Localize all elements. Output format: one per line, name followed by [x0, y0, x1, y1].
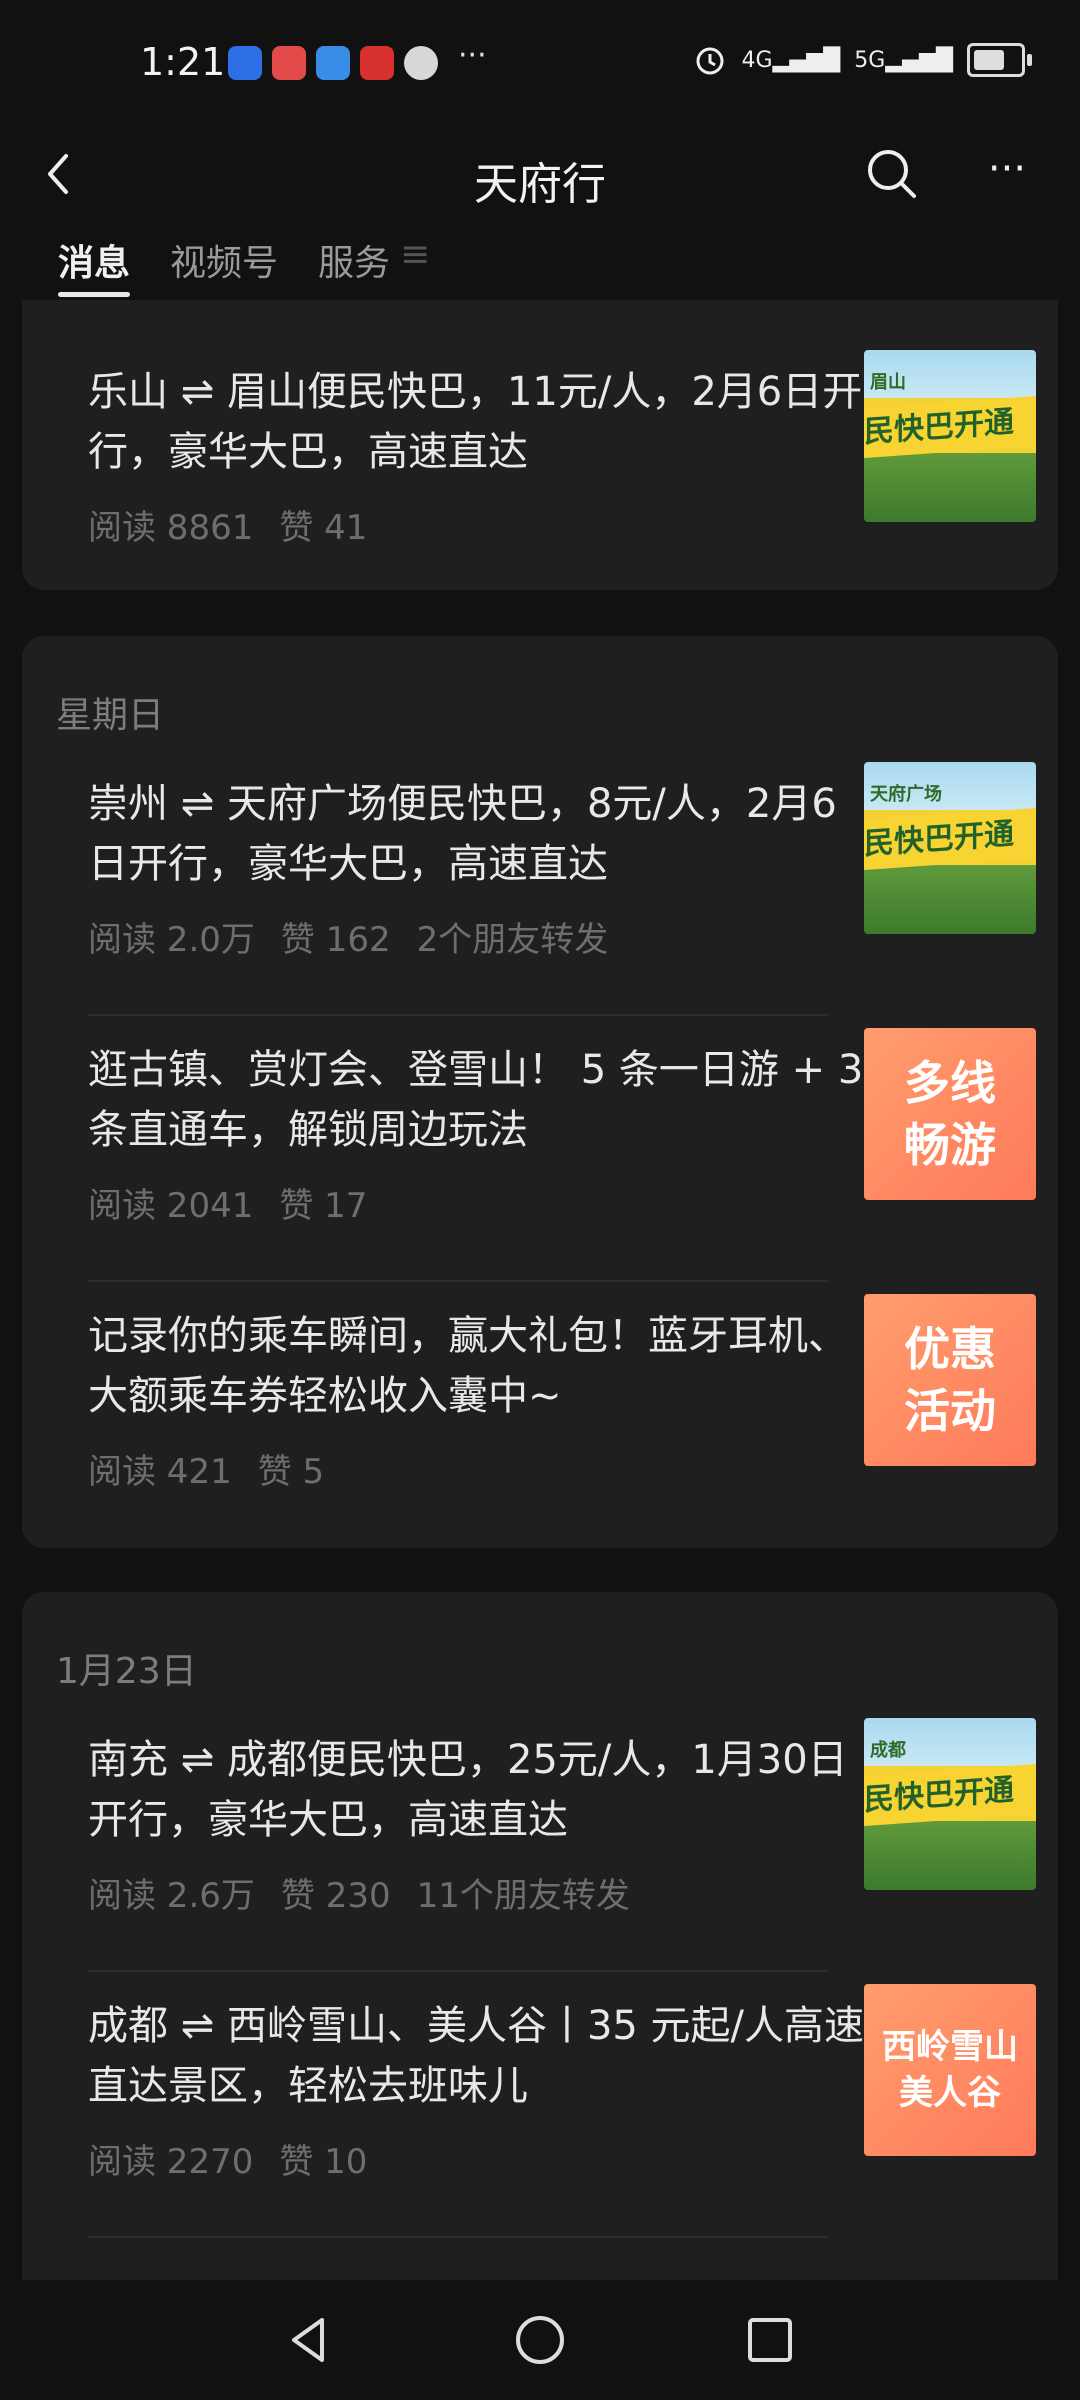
- like-count: 赞 162: [280, 920, 391, 960]
- read-count: 阅读 2270: [88, 2142, 254, 2182]
- thumbnail-line: 畅游: [904, 1118, 996, 1172]
- thumbnail-line: 西岭雪山: [882, 2027, 1018, 2067]
- article-title: 逛古镇、赏灯会、登雪山！ 5 条一日游 + 3 条直通车，解锁周边玩法: [88, 1047, 864, 1153]
- tab-services[interactable]: 服务: [318, 222, 390, 302]
- like-count: 赞 17: [279, 1186, 368, 1226]
- share-count: 11个朋友转发: [416, 1876, 630, 1916]
- system-nav-bar: [0, 2280, 1080, 2400]
- status-time: 1:21: [140, 40, 226, 84]
- article-thumbnail: 天府广场 民快巴开通: [864, 762, 1036, 934]
- article-title: 乐山 ⇌ 眉山便民快巴，11元/人，2月6日开行，豪华大巴，高速直达: [88, 369, 863, 475]
- date-label: 星期日: [56, 695, 165, 736]
- baidu-app-icon: [228, 46, 262, 80]
- stock-app-icon: [360, 46, 394, 80]
- notification-icons: [228, 46, 438, 80]
- tab-messages[interactable]: 消息: [58, 222, 131, 302]
- tab-bar: 消息 视频号 服务 ≡: [0, 222, 1080, 302]
- share-count: 2个朋友转发: [416, 920, 609, 960]
- more-notifications-icon: ···: [458, 38, 487, 73]
- thumbnail-city: 天府广场: [870, 784, 942, 805]
- thumbnail-line: 多线: [904, 1056, 996, 1110]
- wechat-icon: [404, 46, 438, 80]
- thumbnail-text: 优惠 活动: [904, 1318, 996, 1442]
- article-title: 崇州 ⇌ 天府广场便民快巴，8元/人，2月6日开行，豪华大巴，高速直达: [88, 781, 837, 887]
- message-card: 1月23日 南充 ⇌ 成都便民快巴，25元/人，1月30日开行，豪华大巴，高速直…: [22, 1592, 1058, 2280]
- article-meta: 阅读 2041 赞 17: [88, 1178, 393, 1227]
- services-menu-icon[interactable]: ≡: [400, 222, 430, 302]
- article-meta: 阅读 8861 赞 41: [88, 500, 393, 549]
- article-thumbnail: 西岭雪山 美人谷: [864, 1984, 1036, 2156]
- article-thumbnail: 多线 畅游: [864, 1028, 1036, 1200]
- nav-back-icon[interactable]: [278, 2310, 338, 2370]
- like-count: 赞 5: [257, 1452, 325, 1492]
- article-item[interactable]: 乐山 ⇌ 眉山便民快巴，11元/人，2月6日开行，豪华大巴，高速直达 阅读 88…: [66, 350, 1036, 592]
- signal-5g-icon: 5G▂▄▆█: [854, 47, 953, 73]
- read-count: 阅读 2041: [88, 1186, 254, 1226]
- article-meta: 阅读 2.0万赞 162 2个朋友转发: [88, 912, 634, 961]
- nav-home-icon[interactable]: [510, 2310, 570, 2370]
- article-title: 成都 ⇌ 西岭雪山、美人谷丨35 元起/人高速直达景区，轻松去班味儿: [88, 2003, 865, 2109]
- nav-recents-icon[interactable]: [740, 2310, 800, 2370]
- article-meta: 阅读 2.6万赞 230 11个朋友转发: [88, 1868, 656, 1917]
- search-icon[interactable]: [862, 144, 922, 204]
- shield-app-icon: [316, 46, 350, 80]
- thumbnail-line: 活动: [904, 1384, 996, 1438]
- date-label: 1月23日: [56, 1651, 197, 1692]
- huawei-app-icon: [272, 46, 306, 80]
- read-count: 阅读 8861: [88, 508, 254, 548]
- article-item[interactable]: 成都 ⇌ 西岭雪山、美人谷丨35 元起/人高速直达景区，轻松去班味儿 阅读 22…: [66, 1984, 1036, 2226]
- signal-4g-icon: 4G▂▄▆█: [741, 47, 841, 73]
- battery-icon: [967, 43, 1025, 77]
- like-count: 赞 230: [280, 1876, 391, 1916]
- like-count: 赞 10: [279, 2142, 368, 2182]
- divider: [88, 2236, 828, 2238]
- thumbnail-line: 美人谷: [899, 2073, 1001, 2113]
- article-item[interactable]: 南充 ⇌ 成都便民快巴，25元/人，1月30日开行，豪华大巴，高速直达 阅读 2…: [66, 1718, 1036, 1960]
- battery-tip: [1027, 54, 1032, 66]
- network-4g-label: 4G: [741, 47, 773, 73]
- alarm-icon: [696, 47, 724, 75]
- system-status: 4G▂▄▆█ 5G▂▄▆█: [692, 42, 1032, 78]
- divider: [88, 1970, 828, 1972]
- article-meta: 阅读 421 赞 5: [88, 1444, 350, 1493]
- message-card: 乐山 ⇌ 眉山便民快巴，11元/人，2月6日开行，豪华大巴，高速直达 阅读 88…: [22, 300, 1058, 590]
- thumbnail-banner: 民快巴开通: [864, 1763, 1036, 1827]
- article-title: 南充 ⇌ 成都便民快巴，25元/人，1月30日开行，豪华大巴，高速直达: [88, 1737, 848, 1843]
- read-count: 阅读 2.6万: [88, 1876, 255, 1916]
- article-item[interactable]: 记录你的乘车瞬间，赢大礼包！蓝牙耳机、大额乘车券轻松收入囊中~ 阅读 421 赞 …: [66, 1294, 1036, 1536]
- article-title: 记录你的乘车瞬间，赢大礼包！蓝牙耳机、大额乘车券轻松收入囊中~: [88, 1313, 848, 1419]
- article-item[interactable]: 崇州 ⇌ 天府广场便民快巴，8元/人，2月6日开行，豪华大巴，高速直达 阅读 2…: [66, 762, 1036, 1004]
- tab-channels[interactable]: 视频号: [170, 222, 278, 302]
- thumbnail-city: 成都: [870, 1740, 906, 1761]
- thumbnail-banner: 民快巴开通: [864, 807, 1036, 871]
- article-meta: 阅读 2270 赞 10: [88, 2134, 393, 2183]
- message-card: 星期日 崇州 ⇌ 天府广场便民快巴，8元/人，2月6日开行，豪华大巴，高速直达 …: [22, 636, 1058, 1548]
- more-options-icon[interactable]: ···: [972, 144, 1042, 204]
- thumbnail-banner: 民快巴开通: [864, 395, 1036, 459]
- network-5g-label: 5G: [854, 47, 886, 73]
- message-list[interactable]: 乐山 ⇌ 眉山便民快巴，11元/人，2月6日开行，豪华大巴，高速直达 阅读 88…: [0, 300, 1080, 2280]
- divider: [88, 1014, 828, 1016]
- thumbnail-line: 优惠: [904, 1322, 996, 1376]
- read-count: 阅读 421: [88, 1452, 232, 1492]
- thumbnail-city: 眉山: [870, 372, 906, 393]
- article-thumbnail: 成都 民快巴开通: [864, 1718, 1036, 1890]
- thumbnail-text: 西岭雪山 美人谷: [882, 2024, 1018, 2116]
- status-bar: 1:21 ··· 4G▂▄▆█ 5G▂▄▆█: [0, 0, 1080, 130]
- read-count: 阅读 2.0万: [88, 920, 255, 960]
- divider: [88, 1280, 828, 1282]
- article-thumbnail: 眉山 民快巴开通: [864, 350, 1036, 522]
- article-item[interactable]: 逛古镇、赏灯会、登雪山！ 5 条一日游 + 3 条直通车，解锁周边玩法 阅读 2…: [66, 1028, 1036, 1270]
- header: 天府行 ···: [0, 130, 1080, 220]
- thumbnail-text: 多线 畅游: [904, 1052, 996, 1176]
- like-count: 赞 41: [279, 508, 368, 548]
- article-thumbnail: 优惠 活动: [864, 1294, 1036, 1466]
